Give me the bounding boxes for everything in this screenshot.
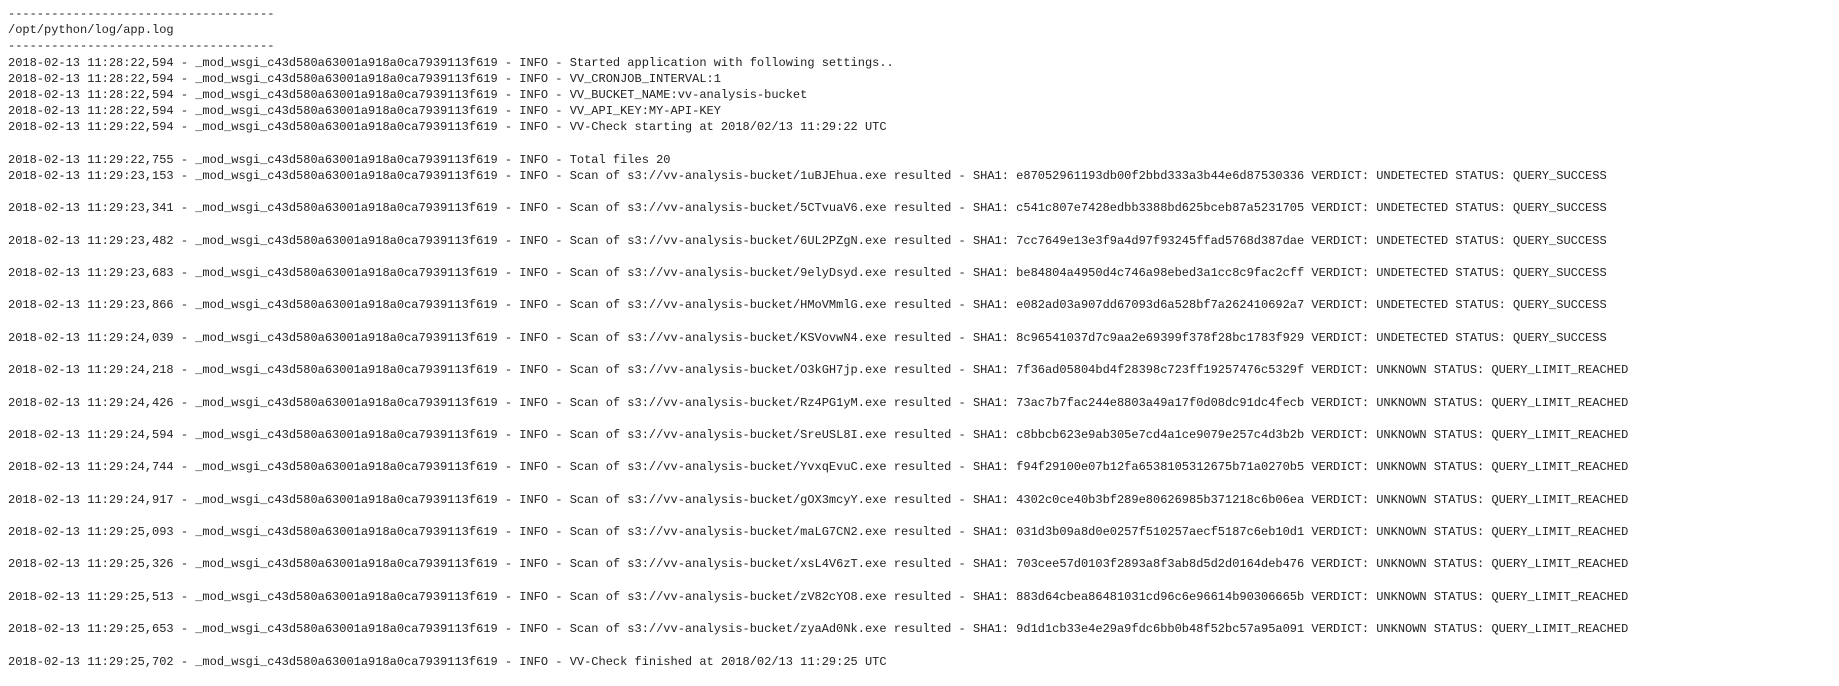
log-output: ------------------------------------- /o… xyxy=(0,0,1839,676)
